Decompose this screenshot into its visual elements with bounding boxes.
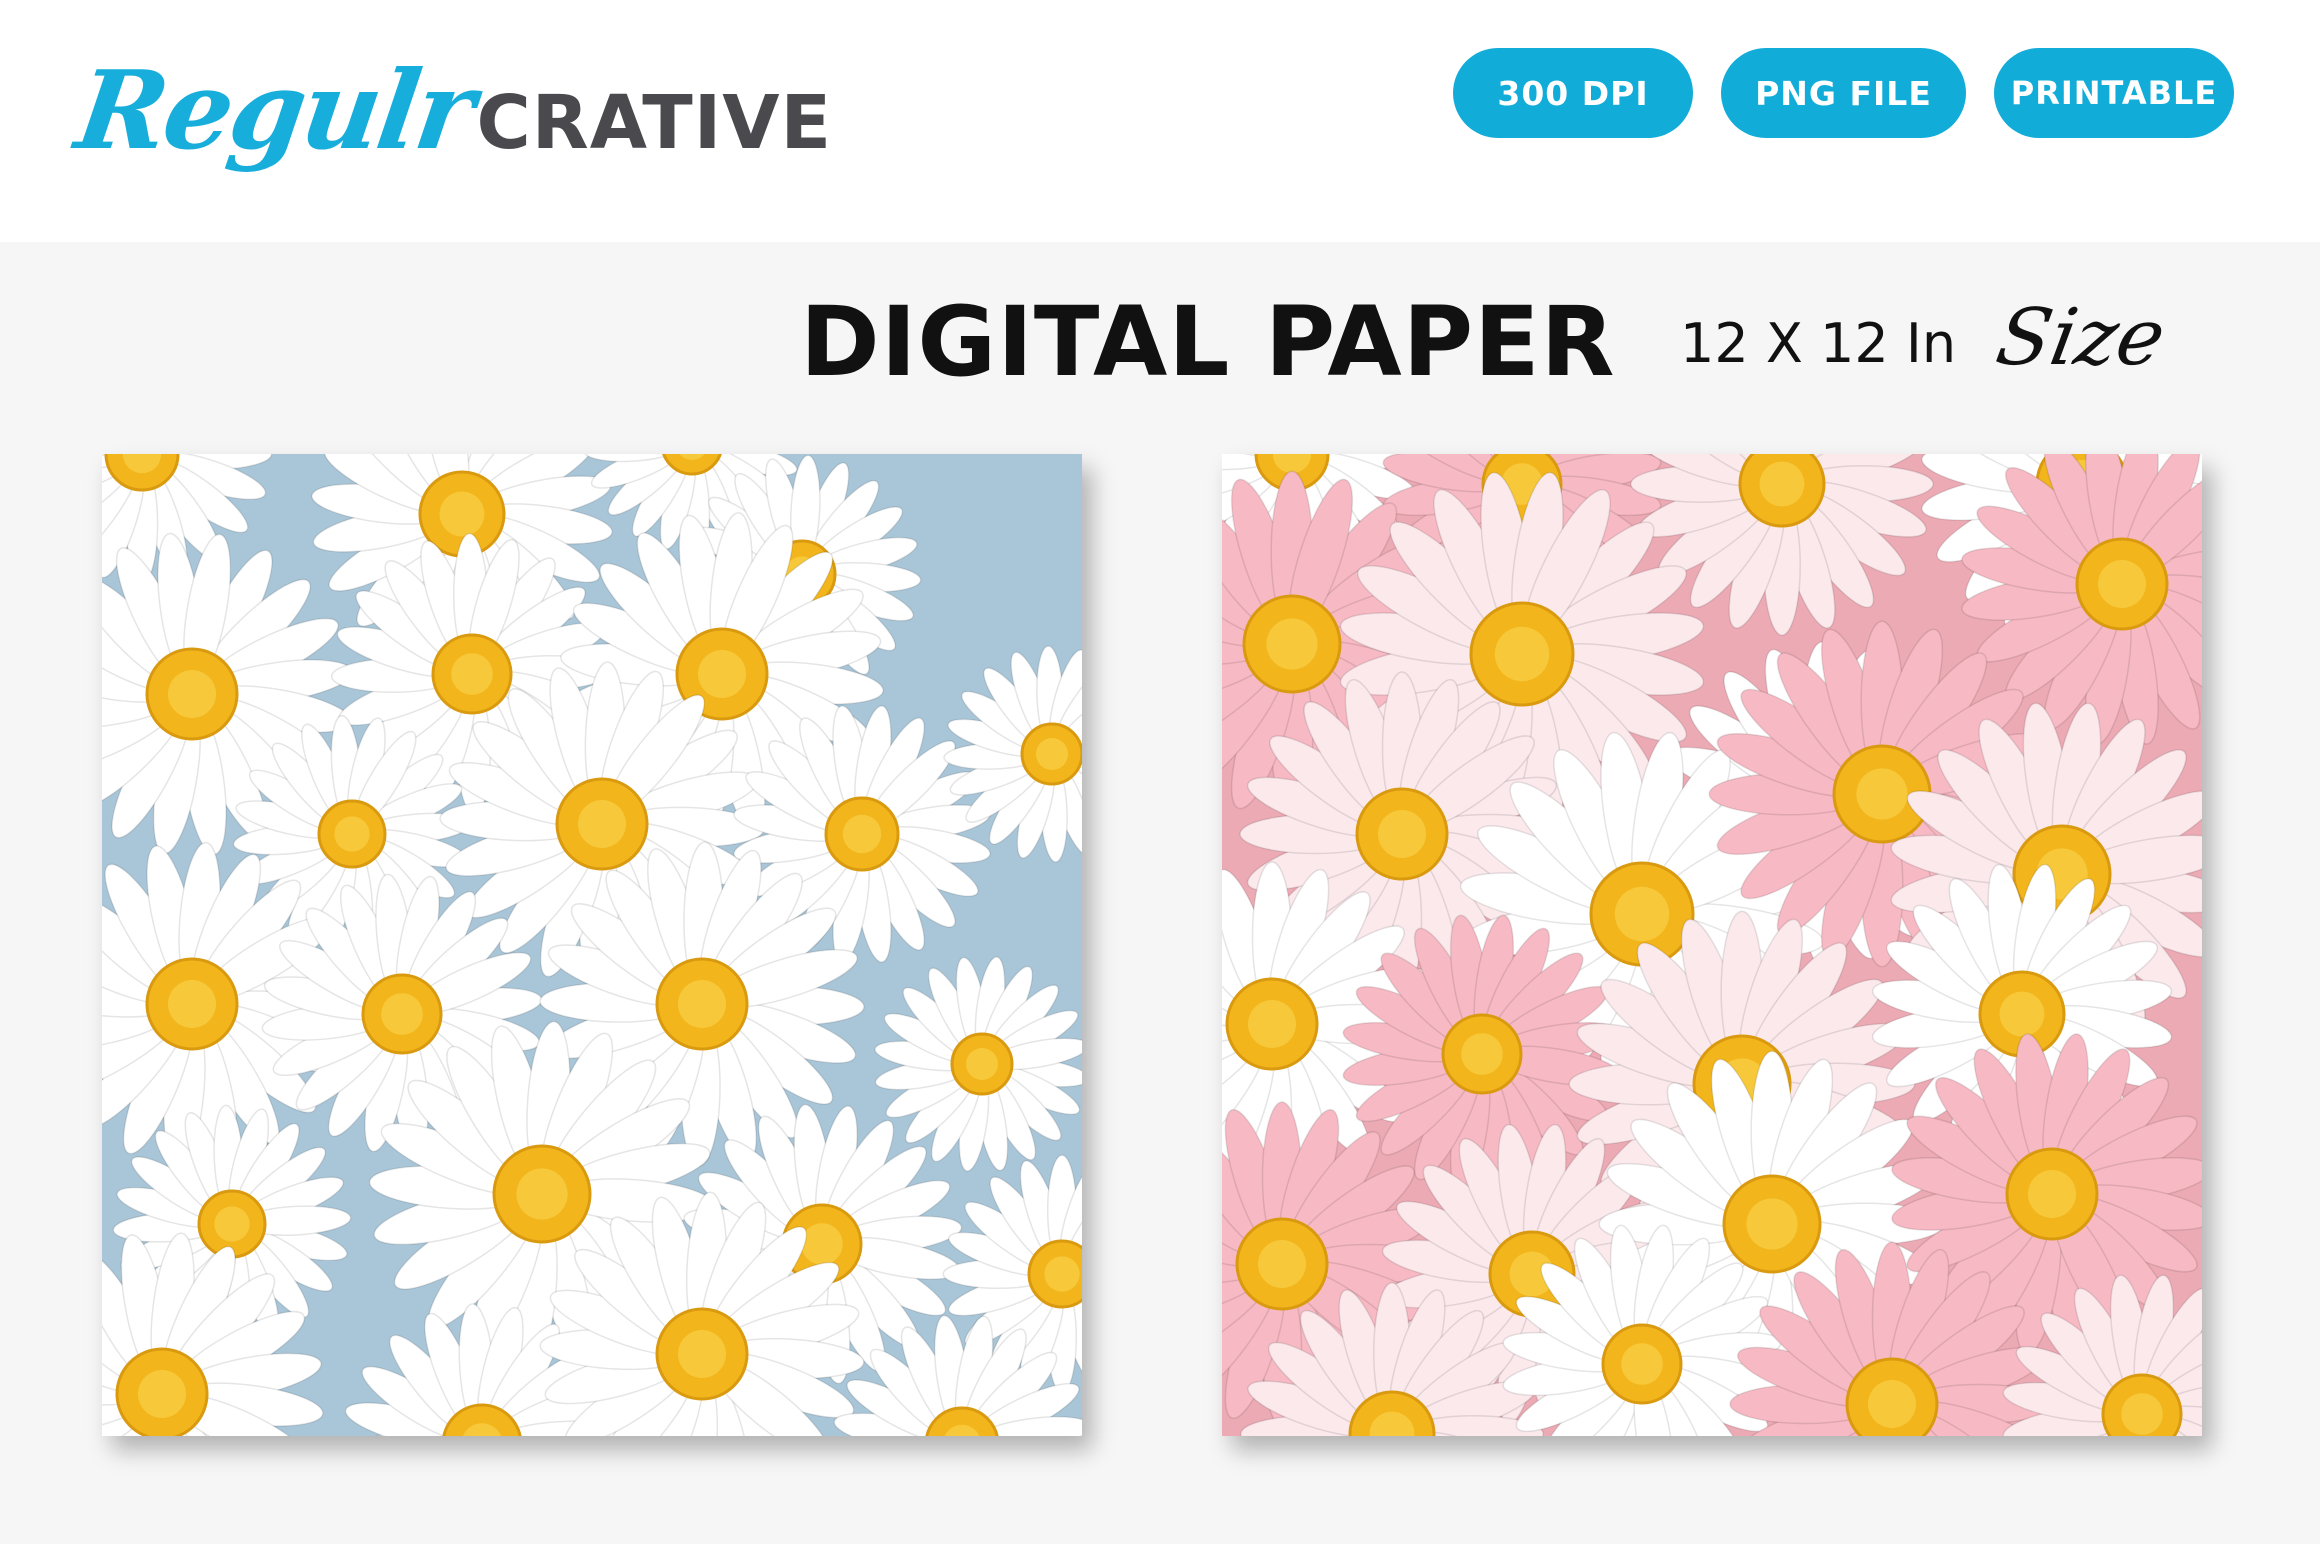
brand-logo-block: CRATIVE	[476, 80, 833, 166]
main-section: DIGITAL PAPER 12 X 12 In Size	[0, 242, 2320, 1544]
header: Regulr CRATIVE 300 DPI PNG FILE PRINTABL…	[0, 0, 2320, 242]
size-script-label: Size	[1990, 293, 2172, 383]
size-dimensions: 12 X 12 In	[1680, 312, 1957, 375]
badge-dpi: 300 DPI	[1453, 48, 1693, 138]
pink-daisy-pattern-image	[1222, 454, 2202, 1436]
brand-logo[interactable]: Regulr CRATIVE	[69, 36, 832, 186]
badge-file-type: PNG FILE	[1721, 48, 1966, 138]
blue-daisy-paper[interactable]	[102, 454, 1082, 1436]
badge-printable: PRINTABLE	[1994, 48, 2234, 138]
daisy-flower	[1630, 454, 1934, 636]
blue-daisy-pattern-image	[102, 454, 1082, 1436]
page-title: DIGITAL PAPER	[800, 286, 1616, 398]
brand-logo-script: Regulr	[69, 48, 480, 174]
pink-daisy-paper[interactable]	[1222, 454, 2202, 1436]
feature-badges: 300 DPI PNG FILE PRINTABLE	[1453, 48, 2234, 138]
daisy-flower	[874, 956, 1082, 1172]
